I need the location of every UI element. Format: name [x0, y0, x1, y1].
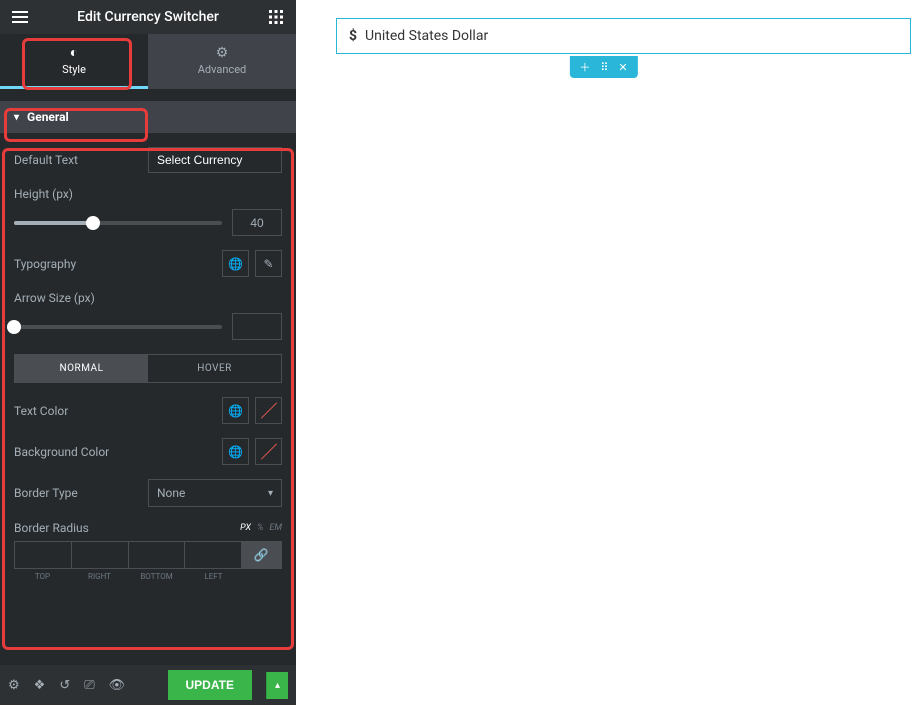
editor-panel: Edit Currency Switcher ◐ Style ⚙ Advance… [0, 0, 296, 705]
currency-name: United States Dollar [365, 28, 488, 44]
control-typography: Typography 🌐 ✎ [14, 250, 282, 277]
label: Height (px) [14, 187, 282, 201]
section-toolbar: ＋ ⠿ ✕ [569, 56, 637, 78]
section-label: General [27, 110, 69, 124]
globe-icon[interactable]: 🌐 [222, 438, 249, 465]
panel-header: Edit Currency Switcher [0, 0, 296, 34]
radius-left[interactable] [185, 542, 241, 568]
unit-switcher[interactable]: PX % EM [240, 523, 282, 533]
label: Border Radius [14, 521, 89, 535]
label: Default Text [14, 153, 78, 167]
arrow-value[interactable] [232, 313, 282, 340]
drag-section-icon[interactable]: ⠿ [600, 61, 608, 74]
state-normal[interactable]: NORMAL [15, 355, 148, 382]
caret-down-icon: ▾ [14, 112, 19, 123]
currency-symbol: $ [349, 28, 357, 44]
height-slider[interactable] [14, 221, 222, 225]
gear-icon: ⚙ [216, 45, 229, 61]
control-border-type: Border Type None [14, 479, 282, 507]
label: Border Type [14, 486, 78, 500]
apps-icon[interactable] [266, 7, 286, 27]
control-text-color: Text Color 🌐 [14, 397, 282, 424]
label: Typography [14, 257, 76, 271]
edit-icon[interactable]: ✎ [255, 250, 282, 277]
menu-icon[interactable] [10, 7, 30, 27]
tab-style[interactable]: ◐ Style [0, 34, 148, 89]
control-height: Height (px) [14, 187, 282, 236]
navigator-icon[interactable]: ❖ [34, 678, 46, 693]
update-dropdown[interactable]: ▴ [266, 672, 288, 699]
radius-right[interactable] [72, 542, 129, 568]
radius-bottom[interactable] [129, 542, 186, 568]
slider-thumb[interactable] [7, 320, 21, 334]
tab-label: Style [62, 63, 86, 76]
globe-icon[interactable]: 🌐 [222, 397, 249, 424]
slider-thumb[interactable] [86, 216, 100, 230]
preview-area: $ United States Dollar ＋ ⠿ ✕ ⤢ HOME › NE… [296, 0, 911, 705]
settings-icon[interactable]: ⚙ [8, 678, 20, 693]
control-arrow-size: Arrow Size (px) [14, 291, 282, 340]
default-text-input[interactable] [148, 147, 282, 173]
panel-tabs: ◐ Style ⚙ Advanced [0, 34, 296, 89]
control-default-text: Default Text [14, 147, 282, 173]
preview-icon[interactable]: 👁 [109, 678, 126, 693]
panel-title: Edit Currency Switcher [77, 9, 219, 25]
label: Text Color [14, 404, 68, 418]
state-hover[interactable]: HOVER [148, 355, 281, 382]
control-border-radius: Border Radius PX % EM 🔗 TOP RIGHT BOTTOM… [14, 521, 282, 581]
tab-advanced[interactable]: ⚙ Advanced [148, 34, 296, 89]
style-icon: ◐ [70, 44, 78, 61]
add-section-icon[interactable]: ＋ [579, 59, 590, 75]
arrow-slider[interactable] [14, 325, 222, 329]
globe-icon[interactable]: 🌐 [222, 250, 249, 277]
close-section-icon[interactable]: ✕ [618, 61, 627, 74]
label: Background Color [14, 445, 109, 459]
section-general[interactable]: ▾ General [0, 101, 296, 133]
currency-switcher-widget[interactable]: $ United States Dollar [336, 18, 911, 54]
label: Arrow Size (px) [14, 291, 282, 305]
responsive-icon[interactable]: ⎚ [84, 678, 94, 693]
tab-label: Advanced [198, 63, 246, 76]
radius-top[interactable] [15, 542, 72, 568]
history-icon[interactable]: ↺ [59, 678, 70, 693]
state-tabs: NORMAL HOVER [14, 354, 282, 383]
update-button[interactable]: UPDATE [168, 670, 252, 700]
color-swatch-empty[interactable] [255, 438, 282, 465]
border-type-select[interactable]: None [148, 479, 282, 507]
controls-body: Default Text Height (px) Typography 🌐 ✎ … [0, 133, 296, 665]
link-values-button[interactable]: 🔗 [241, 542, 281, 568]
control-bg-color: Background Color 🌐 [14, 438, 282, 465]
height-value[interactable] [232, 209, 282, 236]
panel-footer: ⚙ ❖ ↺ ⎚ 👁 UPDATE ▴ [0, 665, 296, 705]
color-swatch-empty[interactable] [255, 397, 282, 424]
